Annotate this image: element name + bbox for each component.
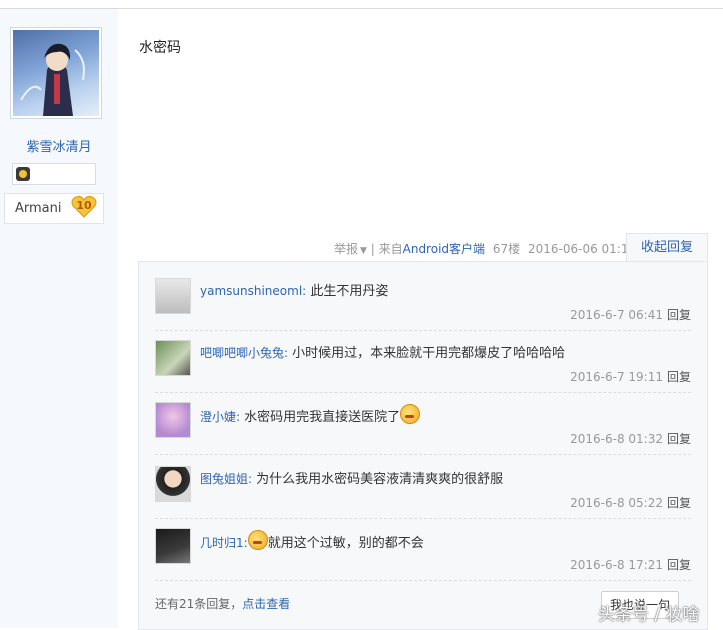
post-meta: 举报 ▼ | 来自Android客户端 67楼 2016-06-06 01:13 [334,240,636,257]
source-prefix: | 来自 [370,242,403,256]
avatar-image [13,30,99,116]
badge-name: Armani [15,201,62,216]
reply-button[interactable]: 回复 [667,308,691,322]
reply-meta: 2016-6-7 06:41 回复 [570,306,691,323]
fan-badge[interactable]: Armani 10 [4,193,104,224]
watermark: 头条号 / 妆啥 [598,605,700,625]
reply-body: 就用这个过敏，别的都不会 [267,536,424,551]
reply-avatar[interactable] [155,278,191,314]
report-link[interactable]: 举报 [334,242,358,256]
badge-level: 10 [76,199,92,212]
chevron-down-icon[interactable]: ▼ [360,246,367,256]
author-avatar[interactable] [10,27,102,119]
post-timestamp: 2016-06-06 01:13 [527,242,637,256]
reply-body: 为什么我用水密码美容液清清爽爽的很舒服 [252,472,504,487]
reply-username[interactable]: 几时归1: [200,536,248,550]
reply-meta: 2016-6-7 19:11 回复 [570,368,691,385]
level-indicator [12,163,96,185]
reply-item: 吧唧吧唧小兔兔: 小时候用过，本来脸就干用完都爆皮了哈哈哈哈 2016-6-7 1… [155,328,691,393]
emoji-icon [400,404,421,424]
reply-text: yamsunshineoml: 此生不用丹姿 [200,280,388,299]
reply-timestamp: 2016-6-7 19:11 [570,370,663,384]
level-icon [16,167,30,181]
floor-number: 67楼 [492,242,521,256]
reply-button[interactable]: 回复 [667,432,691,446]
reply-avatar[interactable] [155,340,191,376]
reply-button[interactable]: 回复 [667,370,691,384]
reply-username[interactable]: 图兔姐姐: [200,472,252,486]
source-client-link[interactable]: Android客户端 [403,242,485,256]
reply-text: 澄小婕: 水密码用完我直接送医院了 [200,404,421,425]
top-border [0,0,723,9]
reply-list: yamsunshineoml: 此生不用丹姿 2016-6-7 06:41 回复 吧唧… [138,261,708,630]
reply-meta: 2016-6-8 05:22 回复 [570,494,691,511]
reply-text: 几时归1: 就用这个过敏，别的都不会 [200,530,424,551]
emoji-icon [247,530,268,550]
reply-username[interactable]: 澄小婕: [200,410,240,424]
reply-body: 此生不用丹姿 [306,284,389,299]
reply-meta: 2016-6-8 01:32 回复 [570,430,691,447]
reply-item: yamsunshineoml: 此生不用丹姿 2016-6-7 06:41 回复 [155,266,691,331]
post-content: 水密码 [139,40,181,56]
reply-text: 吧唧吧唧小兔兔: 小时候用过，本来脸就干用完都爆皮了哈哈哈哈 [200,342,565,361]
reply-item: 图兔姐姐: 为什么我用水密码美容液清清爽爽的很舒服 2016-6-8 05:22 回… [155,454,691,519]
reply-meta: 2016-6-8 17:21 回复 [570,556,691,573]
reply-button[interactable]: 回复 [667,496,691,510]
reply-item: 澄小婕: 水密码用完我直接送医院了 2016-6-8 01:32 回复 [155,390,691,455]
reply-timestamp: 2016-6-8 01:32 [570,432,663,446]
reply-button[interactable]: 回复 [667,558,691,572]
more-replies: 还有21条回复，点击查看 [155,595,290,612]
reply-username[interactable]: 吧唧吧唧小兔兔: [200,346,288,360]
reply-text: 图兔姐姐: 为什么我用水密码美容液清清爽爽的很舒服 [200,468,503,487]
badge-level-icon: 10 [71,195,97,218]
reply-timestamp: 2016-6-8 05:22 [570,496,663,510]
author-username[interactable]: 紫雪冰清月 [0,136,118,155]
reply-avatar[interactable] [155,402,191,438]
collapse-replies-button[interactable]: 收起回复 [626,233,708,262]
reply-avatar[interactable] [155,466,191,502]
view-more-link[interactable]: 点击查看 [242,597,290,611]
reply-body: 水密码用完我直接送医院了 [240,410,401,425]
reply-timestamp: 2016-6-7 06:41 [570,308,663,322]
reply-body: 小时候用过，本来脸就干用完都爆皮了哈哈哈哈 [288,346,566,361]
more-replies-count: 还有21条回复， [155,597,243,611]
reply-username[interactable]: yamsunshineoml: [200,284,306,298]
reply-item: 几时归1: 就用这个过敏，别的都不会 2016-6-8 17:21 回复 [155,516,691,581]
reply-timestamp: 2016-6-8 17:21 [570,558,663,572]
reply-avatar[interactable] [155,528,191,564]
